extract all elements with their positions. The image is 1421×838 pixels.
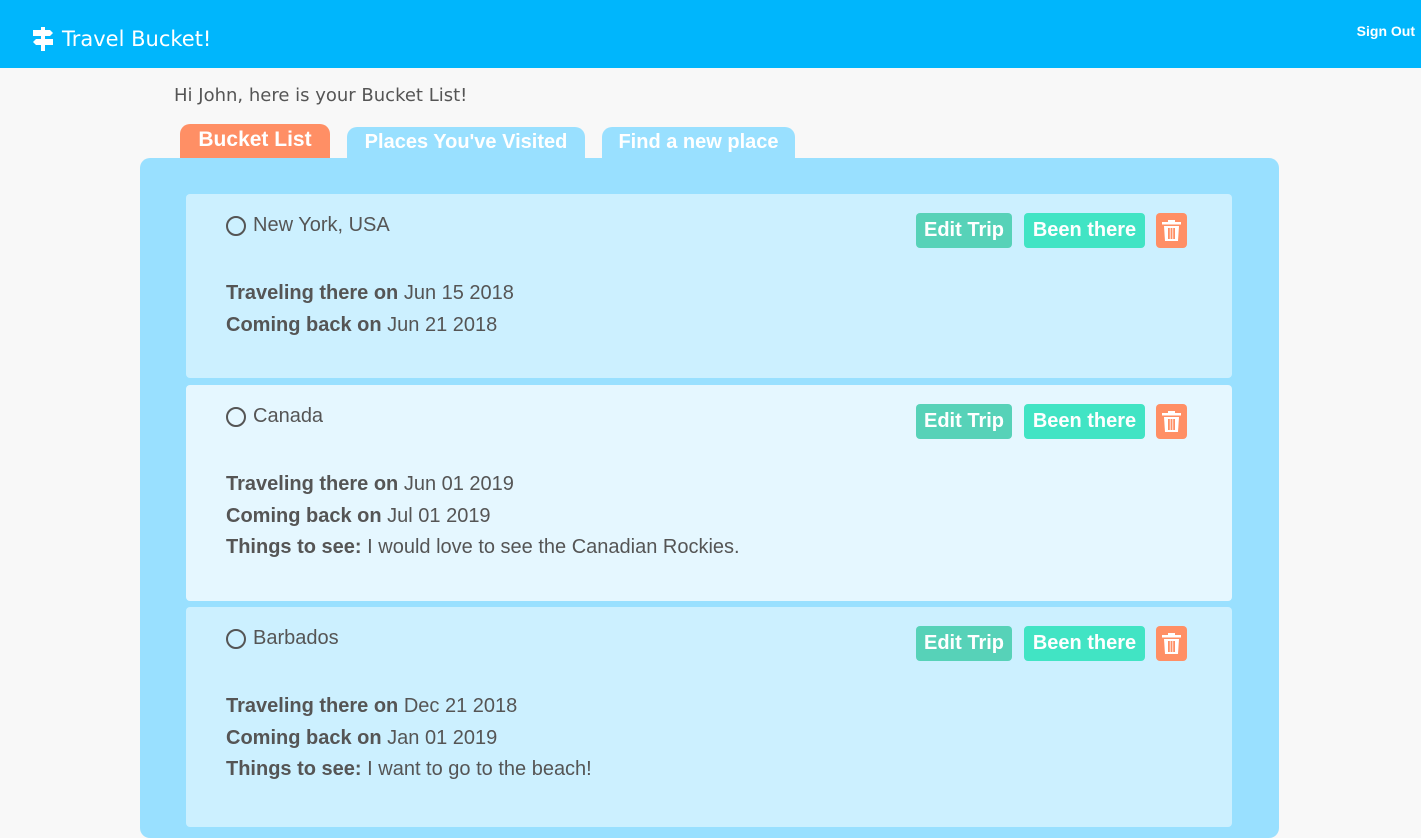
return-label: Coming back on: [226, 313, 382, 336]
delete-trip-button[interactable]: [1156, 404, 1187, 439]
trip-card: New York, USA Edit Trip Been there Trave…: [186, 194, 1232, 378]
return-label: Coming back on: [226, 726, 382, 749]
delete-trip-button[interactable]: [1156, 213, 1187, 248]
depart-label: Traveling there on: [226, 695, 399, 717]
been-there-button[interactable]: Been there: [1024, 404, 1145, 439]
circle-checkbox-icon[interactable]: [226, 215, 246, 236]
brand-title: Travel Bucket!: [62, 27, 212, 51]
things-to-see-row: Things to see: I want to go to the beach…: [226, 754, 592, 786]
depart-date: Dec 21 2018: [403, 695, 518, 717]
depart-label: Traveling there on: [226, 282, 399, 304]
things-to-see-row: Things to see: I would love to see the C…: [226, 532, 740, 564]
tab-bucket-list[interactable]: Bucket List: [180, 124, 330, 158]
been-there-button[interactable]: Been there: [1024, 626, 1145, 661]
return-date: Jun 21 2018: [387, 313, 498, 336]
return-date: Jul 01 2019: [387, 504, 491, 527]
destination-label: Barbados: [253, 627, 339, 649]
circle-checkbox-icon[interactable]: [226, 628, 246, 649]
depart-date: Jun 01 2019: [403, 473, 514, 495]
trip-card: Barbados Edit Trip Been there Traveling …: [186, 607, 1232, 827]
trip-details: Traveling there on Jun 01 2019 Coming ba…: [226, 469, 740, 564]
edit-trip-button[interactable]: Edit Trip: [916, 404, 1012, 439]
things-to-see-label: Things to see:: [226, 536, 362, 558]
things-to-see-text: I would love to see the Canadian Rockies…: [367, 536, 740, 558]
return-row: Coming back on Jun 21 2018: [226, 310, 514, 342]
edit-trip-button[interactable]: Edit Trip: [916, 626, 1012, 661]
tab-find-new-place[interactable]: Find a new place: [602, 127, 795, 158]
trip-details: Traveling there on Dec 21 2018 Coming ba…: [226, 691, 592, 786]
tab-places-visited[interactable]: Places You've Visited: [347, 127, 585, 158]
return-date: Jan 01 2019: [387, 726, 498, 749]
depart-row: Traveling there on Dec 21 2018: [226, 691, 592, 723]
sign-out-link[interactable]: Sign Out: [1357, 23, 1415, 39]
things-to-see-label: Things to see:: [226, 758, 362, 780]
been-there-button[interactable]: Been there: [1024, 213, 1145, 248]
trip-details: Traveling there on Jun 15 2018 Coming ba…: [226, 278, 514, 341]
return-row: Coming back on Jan 01 2019: [226, 723, 592, 755]
depart-row: Traveling there on Jun 01 2019: [226, 469, 740, 501]
edit-trip-button[interactable]: Edit Trip: [916, 213, 1012, 248]
brand-link[interactable]: Travel Bucket!: [32, 27, 211, 51]
trip-destination: Canada: [226, 405, 323, 428]
return-row: Coming back on Jul 01 2019: [226, 501, 740, 533]
greeting-text: Hi John, here is your Bucket List!: [174, 85, 468, 106]
depart-label: Traveling there on: [226, 473, 399, 495]
signpost-icon: [32, 27, 54, 51]
navbar: Travel Bucket! Sign Out: [0, 0, 1421, 68]
trip-destination: New York, USA: [226, 214, 390, 237]
depart-date: Jun 15 2018: [403, 282, 514, 304]
circle-checkbox-icon[interactable]: [226, 406, 246, 427]
things-to-see-text: I want to go to the beach!: [367, 758, 592, 780]
delete-trip-button[interactable]: [1156, 626, 1187, 661]
destination-label: New York, USA: [253, 214, 390, 236]
destination-label: Canada: [253, 405, 324, 427]
trip-destination: Barbados: [226, 627, 339, 650]
trip-card: Canada Edit Trip Been there Traveling th…: [186, 385, 1232, 601]
return-label: Coming back on: [226, 504, 382, 527]
depart-row: Traveling there on Jun 15 2018: [226, 278, 514, 310]
